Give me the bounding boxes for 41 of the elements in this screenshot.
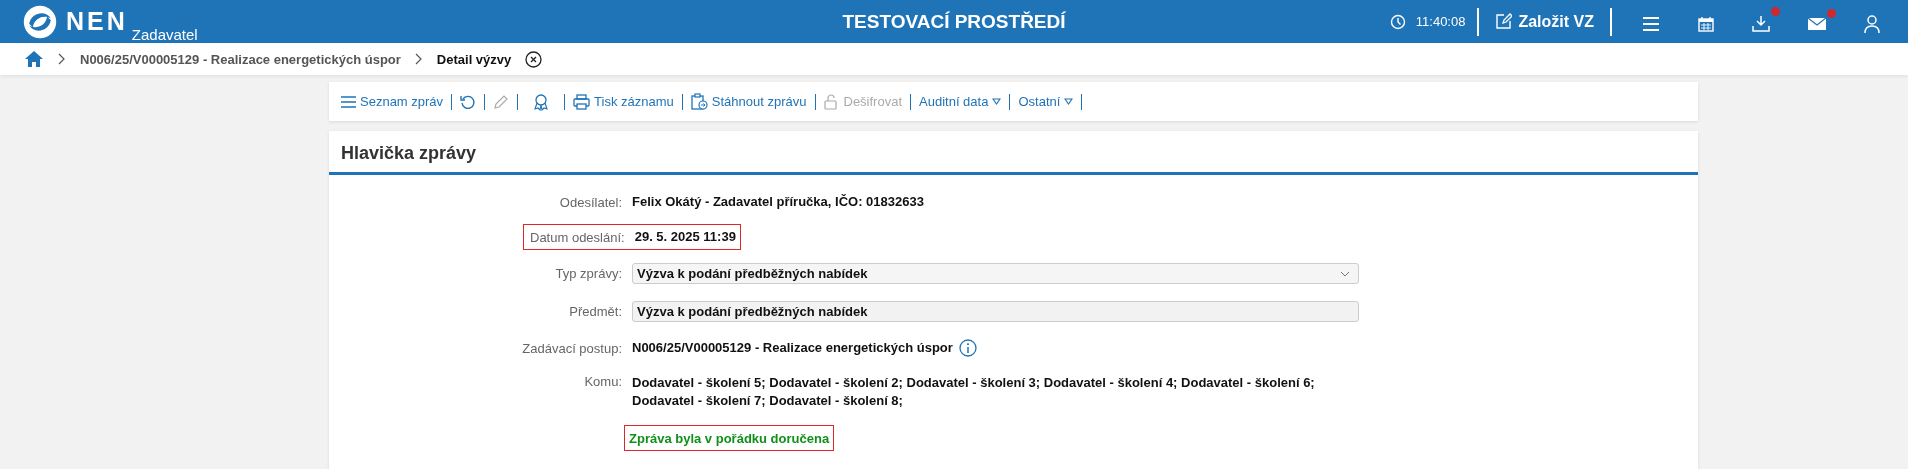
field-label: Datum odeslání: [529,229,626,245]
edit-icon [1495,13,1513,30]
field-value: N006/25/V00005129 - Realizace energetických úspor [632,339,953,357]
create-button[interactable]: Založit VZ [1491,8,1598,35]
clock-time: 11:40:08 [1415,14,1466,29]
info-icon[interactable] [958,339,977,357]
toolbar-button[interactable]: Stáhnout zprávu [686,91,811,112]
field-label: Komu: [583,374,623,389]
home-icon[interactable] [24,50,44,68]
breadcrumb-current: Detail výzvy [436,51,512,67]
unlock-icon [823,93,840,110]
field-value: 29. 5. 2025 11:39 [634,228,736,246]
printer-icon [573,93,591,110]
dropdown-button[interactable]: Ostatní [1014,92,1078,111]
panel-title: Hlavička zprávy [329,131,1698,175]
chevron-icon [58,53,66,65]
caret-icon [1064,98,1074,105]
caret-icon [992,98,1002,105]
field-value: Dodavatel - školení 5; Dodavatel - školení 2; Dodavatel - školení 3; Dodavatel - školení 4; Dodavatel - školení 6; Dodavatel - školení 7; Dodavatel - školení 8; [632,374,1316,410]
breadcrumb-link[interactable]: N006/25/V00005129 - Realizace energetických úspor [80,51,401,67]
toolbar-button[interactable]: Seznam zpráv [337,92,448,111]
environment-title: TESTOVACÍ PROSTŘEDÍ [842,10,1066,33]
delivery-status: Zpráva byla v pořádku doručena [629,430,830,446]
field-label: Předmět: [568,304,623,319]
logo-icon [22,3,58,40]
field-label: Odesílatel: [558,194,623,210]
logo-text: NEN [66,7,128,36]
clipboard-icon [690,93,708,110]
chevron-down-icon [1340,270,1350,277]
clock-icon [1389,13,1406,30]
role-label: Zadavatel [131,26,198,43]
field-label: Typ zprávy: [554,266,623,281]
input-field[interactable]: Výzva k podání předběžných nabídek [632,301,1359,322]
field-value: Felix Okátý - Zadavatel příručka, IČO: 01832633 [632,193,924,211]
close-icon[interactable] [525,50,543,68]
select-field[interactable]: Výzva k podání předběžných nabídek [632,263,1359,284]
field-label: Zadávací postup: [521,340,623,356]
menu-icon [341,95,356,108]
chevron-icon [414,53,423,65]
dropdown-button[interactable]: Auditní data [915,92,1006,111]
toolbar-button[interactable]: Tisk záznamu [569,91,678,112]
